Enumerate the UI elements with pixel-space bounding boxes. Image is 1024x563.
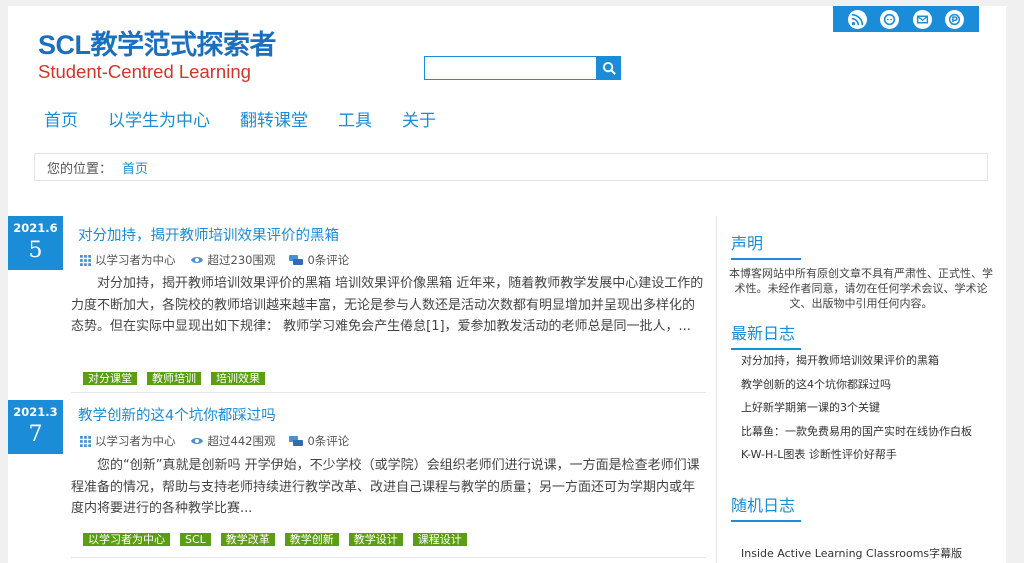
nav-item-tools[interactable]: 工具: [338, 109, 372, 133]
mail-icon[interactable]: [912, 9, 932, 29]
post-divider: [71, 392, 706, 393]
chat-icon[interactable]: [880, 9, 900, 29]
post-date-month: 2021.6: [13, 221, 58, 235]
post-date-day: 5: [28, 238, 43, 263]
random-list: Inside Active Learning Classrooms字幕版: [741, 542, 991, 563]
random-heading: 随机日志: [731, 492, 802, 522]
post-meta: 以学习者为中心 超过230围观 0条评论: [80, 252, 363, 268]
logo-title: SCL教学范式探索者: [38, 30, 277, 60]
comment-icon: [289, 254, 304, 265]
latest-heading: 最新日志: [731, 320, 802, 350]
sidebar: 声明 本博客网站中所有原创文章不具有严肃性、正式性、学术性。未经作者同意，请勿在…: [716, 216, 1006, 563]
post-date-month: 2021.3: [13, 405, 58, 419]
post-excerpt: 对分加持，揭开教师培训效果评价的黑箱 培训效果评价像黑箱 近年来，随着教师教学发…: [71, 276, 704, 334]
notice-heading: 声明: [731, 230, 802, 260]
latest-list: 对分加持，揭开教师培训效果评价的黑箱 教学创新的这4个坑你都踩过吗 上好新学期第…: [741, 349, 991, 467]
breadcrumb-label: 您的位置：: [47, 161, 113, 177]
main-nav: 首页 以学生为中心 翻转课堂 工具 关于: [44, 109, 466, 133]
post-date: 2021.6 5: [8, 216, 63, 270]
breadcrumb: 您的位置： 首页: [34, 153, 988, 181]
post-date: 2021.3 7: [8, 400, 63, 454]
nav-item-student-centred[interactable]: 以学生为中心: [108, 109, 210, 133]
post-comments[interactable]: 0条评论: [307, 433, 349, 449]
tag[interactable]: 以学习者为中心: [83, 533, 170, 546]
tag[interactable]: 教学创新: [284, 533, 339, 546]
search-bar: [424, 56, 621, 80]
rss-icon[interactable]: [847, 9, 867, 29]
post-title[interactable]: 对分加持，揭开教师培训效果评价的黑箱: [78, 224, 339, 245]
post-comments[interactable]: 0条评论: [307, 252, 349, 268]
tag[interactable]: 对分课堂: [83, 372, 137, 385]
post-views: 超过442围观: [207, 434, 276, 448]
search-icon: [602, 61, 616, 75]
post-divider: [71, 557, 706, 558]
weibo-icon[interactable]: [945, 9, 965, 29]
post-date-day: 7: [28, 422, 43, 447]
post-excerpt: 您的“创新”真就是创新吗 开学伊始，不少学校（或学院）会组织老师们进行说课，一方…: [71, 458, 700, 516]
search-input[interactable]: [424, 56, 597, 80]
post-meta: 以学习者为中心 超过442围观 0条评论: [80, 433, 363, 449]
comment-icon: [289, 435, 304, 446]
notice-text: 本博客网站中所有原创文章不具有严肃性、正式性、学术性。未经作者同意，请勿在任何学…: [729, 267, 993, 310]
eye-icon: [190, 438, 203, 444]
nav-item-home[interactable]: 首页: [44, 109, 78, 133]
post-views: 超过230围观: [207, 253, 276, 267]
tag[interactable]: SCL: [180, 533, 211, 546]
nav-item-about[interactable]: 关于: [402, 109, 436, 133]
tag[interactable]: 教师培训: [147, 372, 201, 385]
grid-icon: [80, 254, 91, 266]
search-button[interactable]: [597, 56, 621, 80]
post-category[interactable]: 以学习者为中心: [95, 433, 176, 449]
list-item[interactable]: 教学创新的这4个坑你都踩过吗: [741, 373, 991, 397]
list-item[interactable]: Inside Active Learning Classrooms字幕版: [741, 542, 991, 563]
nav-item-flipped-classroom[interactable]: 翻转课堂: [240, 109, 308, 133]
tag[interactable]: 教学改革: [220, 533, 275, 546]
logo-subtitle: Student-Centred Learning: [38, 61, 251, 82]
tag[interactable]: 课程设计: [412, 533, 467, 546]
post-category[interactable]: 以学习者为中心: [95, 252, 176, 268]
list-item[interactable]: K-W-H-L图表 诊断性评价好帮手: [741, 443, 991, 467]
tag[interactable]: 教学设计: [348, 533, 403, 546]
page: SCL教学范式探索者 Student-Centred Learning 首页 以…: [8, 6, 1006, 563]
list-item[interactable]: 比幕鱼：一款免费易用的国产实时在线协作白板: [741, 420, 991, 444]
list-item[interactable]: 对分加持，揭开教师培训效果评价的黑箱: [741, 349, 991, 373]
social-bar: [833, 6, 979, 32]
list-item[interactable]: 上好新学期第一课的3个关键: [741, 396, 991, 420]
eye-icon: [190, 257, 203, 263]
post-tags: 对分课堂 教师培训 培训效果: [83, 372, 275, 385]
site-logo[interactable]: SCL教学范式探索者 Student-Centred Learning: [38, 30, 277, 83]
post-tags: 以学习者为中心 SCL 教学改革 教学创新 教学设计 课程设计: [83, 533, 477, 546]
breadcrumb-home-link[interactable]: 首页: [122, 158, 148, 177]
tag[interactable]: 培训效果: [211, 372, 265, 385]
grid-icon: [80, 435, 91, 447]
post-title[interactable]: 教学创新的这4个坑你都踩过吗: [78, 404, 276, 425]
